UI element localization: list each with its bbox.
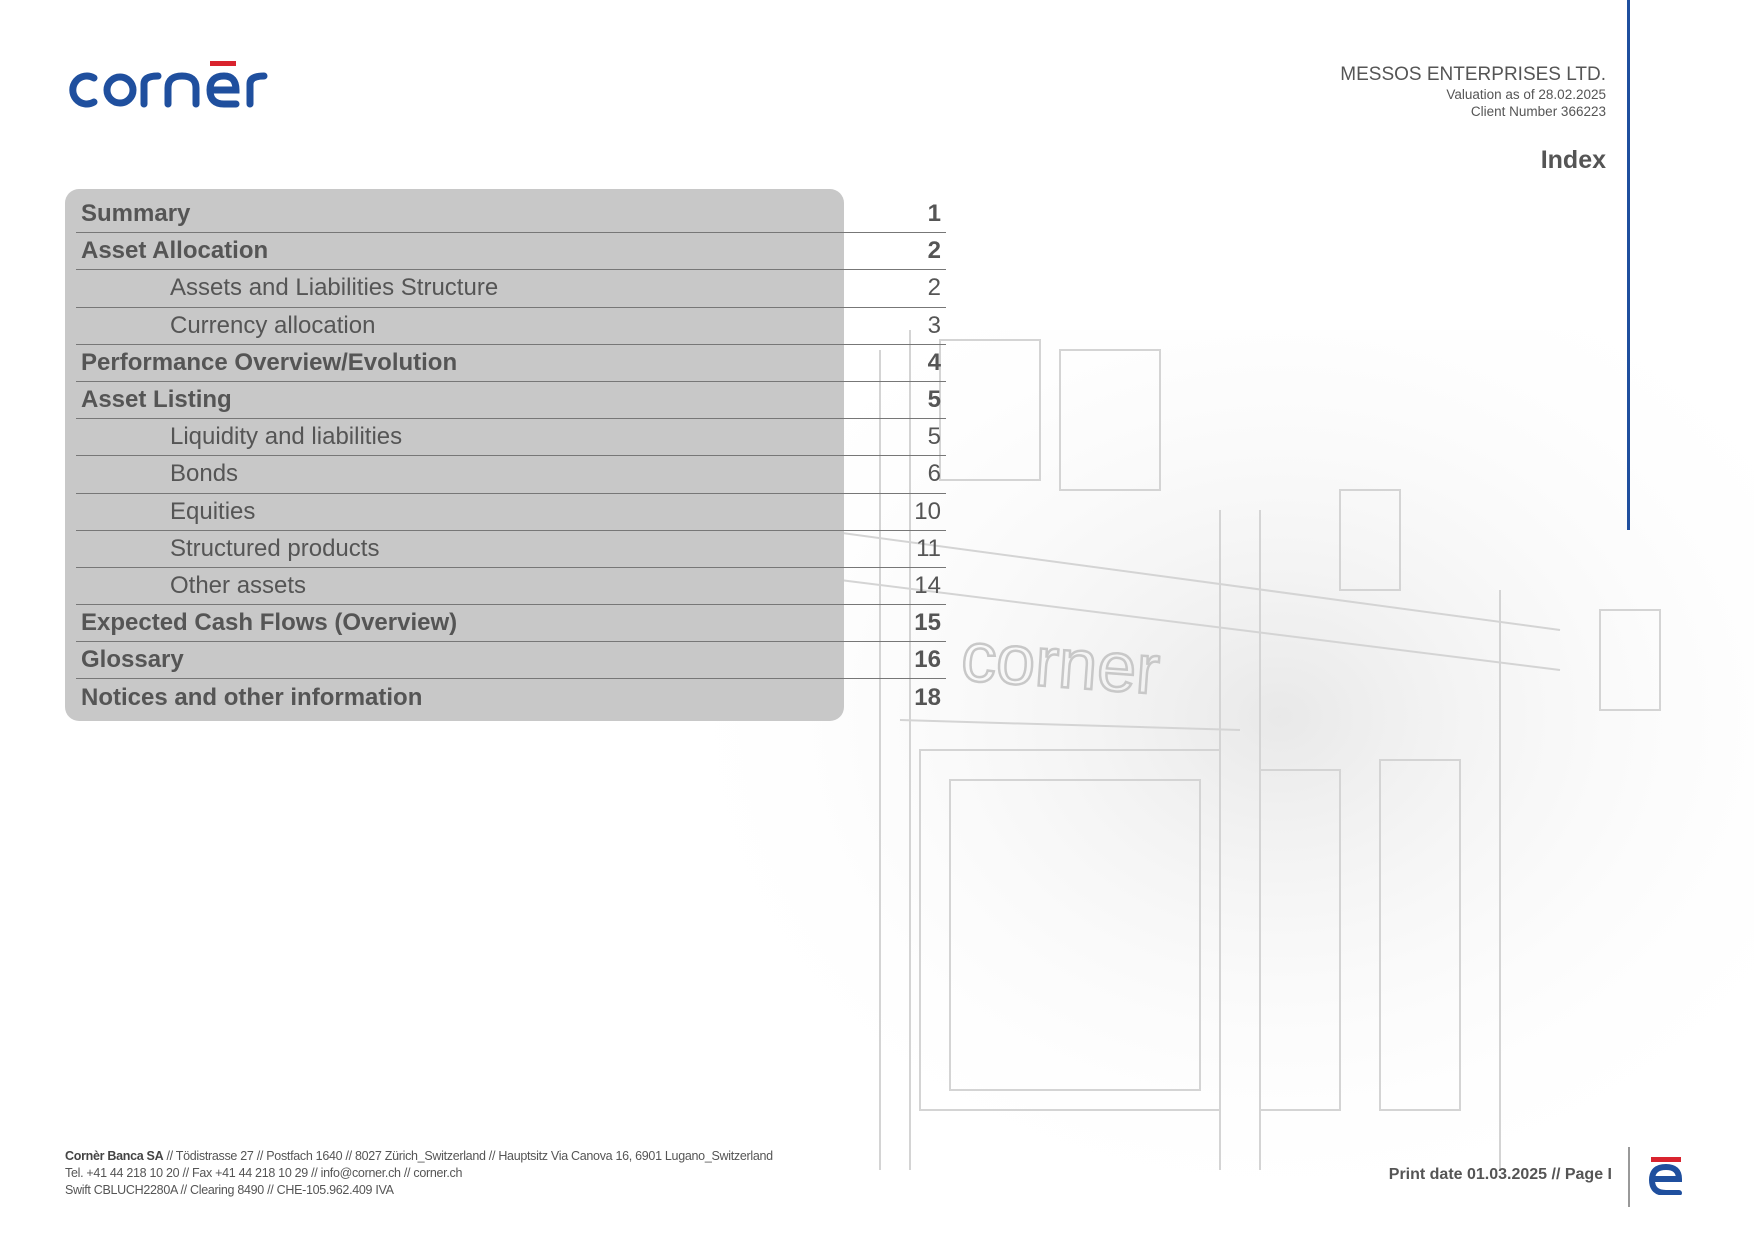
toc-item-other-assets[interactable]: Other assets 14: [76, 568, 946, 606]
toc-item-page: 1: [927, 200, 941, 228]
toc-item-page: 5: [927, 423, 941, 451]
toc-item-liquidity[interactable]: Liquidity and liabilities 5: [76, 419, 946, 457]
toc-item-summary[interactable]: Summary 1: [76, 196, 946, 234]
toc-item-label: Asset Allocation: [81, 237, 269, 265]
toc-item-page: 2: [927, 274, 941, 302]
toc-item-page: 15: [914, 609, 941, 637]
footer-divider: [1628, 1147, 1630, 1207]
vertical-accent-rule: [1627, 0, 1630, 530]
toc-item-page: 3: [927, 311, 941, 339]
toc-item-structured-products[interactable]: Structured products 11: [76, 531, 946, 568]
toc-item-page: 16: [914, 646, 941, 674]
toc-item-performance[interactable]: Performance Overview/Evolution 4: [76, 345, 946, 382]
toc-item-equities[interactable]: Equities 10: [76, 494, 946, 531]
toc-item-label: Notices and other information: [81, 684, 423, 712]
client-name: MESSOS ENTERPRISES LTD.: [1340, 64, 1606, 85]
toc-item-page: 18: [914, 684, 941, 712]
toc-item-label: Glossary: [81, 646, 184, 674]
corner-logo: [64, 58, 310, 110]
toc-item-assets-liabilities-structure[interactable]: Assets and Liabilities Structure 2: [76, 270, 946, 308]
toc-item-label: Currency allocation: [170, 311, 376, 339]
toc-item-label: Performance Overview/Evolution: [81, 348, 458, 376]
toc-item-label: Summary: [81, 200, 191, 228]
toc-item-label: Structured products: [170, 534, 380, 562]
svg-text:corner: corner: [959, 617, 1162, 709]
toc-item-page: 6: [927, 460, 941, 488]
toc-item-label: Bonds: [170, 460, 239, 488]
toc-item-label: Asset Listing: [81, 386, 232, 414]
table-of-contents: Summary 1 Asset Allocation 2 Assets and …: [76, 196, 946, 717]
page-title: Index: [1540, 146, 1606, 174]
footer-address-line-1: Cornèr Banca SA // Tödistrasse 27 // Pos…: [65, 1148, 773, 1165]
toc-item-label: Other assets: [170, 571, 307, 599]
toc-item-page: 14: [914, 571, 941, 599]
client-info: MESSOS ENTERPRISES LTD. Valuation as of …: [1340, 64, 1606, 120]
toc-item-page: 2: [927, 237, 941, 265]
toc-item-page: 10: [914, 497, 941, 525]
client-number: Client Number 366223: [1470, 104, 1606, 119]
toc-item-page: 5: [927, 386, 941, 414]
toc-item-expected-cash-flows[interactable]: Expected Cash Flows (Overview) 15: [76, 605, 946, 643]
valuation-date: Valuation as of 28.02.2025: [1446, 87, 1606, 102]
footer-registration-line: Swift CBLUCH2280A // Clearing 8490 // CH…: [65, 1183, 394, 1197]
toc-item-page: 4: [927, 348, 941, 376]
toc-item-label: Assets and Liabilities Structure: [170, 274, 499, 302]
toc-item-bonds[interactable]: Bonds 6: [76, 456, 946, 494]
toc-item-label: Liquidity and liabilities: [170, 423, 403, 451]
toc-item-currency-allocation[interactable]: Currency allocation 3: [76, 308, 946, 345]
footer-address: Cornèr Banca SA // Tödistrasse 27 // Pos…: [65, 1148, 773, 1199]
footer-contact-line: Tel. +41 44 218 10 20 // Fax +41 44 218 …: [65, 1166, 463, 1180]
toc-item-notices[interactable]: Notices and other information 18: [76, 679, 946, 716]
toc-item-glossary[interactable]: Glossary 16: [76, 642, 946, 680]
corner-e-mark-icon: [1645, 1155, 1687, 1195]
toc-item-label: Equities: [170, 497, 256, 525]
footer-address-text: // Tödistrasse 27 // Postfach 1640 // 80…: [163, 1149, 773, 1163]
toc-item-asset-allocation[interactable]: Asset Allocation 2: [76, 233, 946, 271]
print-date-page: Print date 01.03.2025 // Page I: [1388, 1166, 1612, 1183]
footer-company-name: Cornèr Banca SA: [65, 1149, 164, 1163]
toc-item-label: Expected Cash Flows (Overview): [81, 609, 458, 637]
toc-item-asset-listing[interactable]: Asset Listing 5: [76, 382, 946, 420]
toc-item-page: 11: [916, 534, 941, 562]
